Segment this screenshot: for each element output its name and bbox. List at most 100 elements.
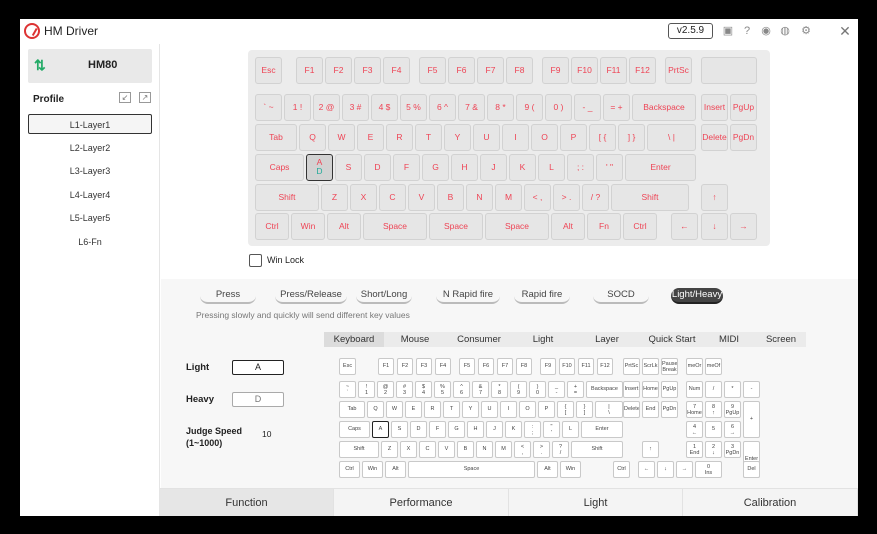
key-4[interactable]: 4 $ [371, 94, 398, 121]
key-s[interactable]: S [335, 154, 362, 181]
picker-key-2[interactable]: @ 2 [377, 381, 394, 398]
picker-key-d[interactable]: D [410, 421, 427, 438]
key-f[interactable]: F [393, 154, 420, 181]
key-t[interactable]: T [415, 124, 442, 151]
picker-key-symbol[interactable]: _ - [548, 381, 565, 398]
layer-item[interactable]: L6-Fn [28, 232, 152, 252]
layer-item[interactable]: L4-Layer4 [28, 185, 152, 205]
help-icon[interactable]: ? [740, 24, 754, 38]
picker-key-esc[interactable]: Esc [339, 358, 356, 375]
picker-key-backspace[interactable]: Backspace [586, 381, 623, 398]
key-symbol[interactable]: ` ~ [255, 94, 282, 121]
picker-key-meor[interactable]: meOr [686, 358, 703, 375]
key-f12[interactable]: F12 [629, 57, 656, 84]
key-prtsc[interactable]: PrtSc [665, 57, 692, 84]
key-x[interactable]: X [350, 184, 377, 211]
version-button[interactable]: v2.5.9 [668, 23, 713, 39]
picker-key-pgdn[interactable]: PgDn [661, 401, 678, 418]
picker-key-ctrl[interactable]: Ctrl [613, 461, 630, 478]
key-f6[interactable]: F6 [448, 57, 475, 84]
picker-key-symbol[interactable]: } ] [576, 401, 593, 418]
picker-key-f12[interactable]: F12 [597, 358, 613, 375]
key-3[interactable]: 3 # [342, 94, 369, 121]
key-symbol[interactable]: ' " [596, 154, 623, 181]
key-caps[interactable]: Caps [255, 154, 304, 181]
key-symbol[interactable]: \ | [647, 124, 696, 151]
key-f4[interactable]: F4 [383, 57, 410, 84]
picker-key-enter[interactable]: Enter [581, 421, 623, 438]
bottom-tab-calibration[interactable]: Calibration [684, 489, 858, 516]
picker-key-3-pgdn[interactable]: 3 PgDn [724, 441, 741, 458]
key-fn[interactable]: Fn [587, 213, 621, 240]
picker-key-6[interactable]: ^ 6 [453, 381, 470, 398]
picker-key-pause-break[interactable]: Pause Break [661, 358, 678, 375]
picker-key-f7[interactable]: F7 [497, 358, 513, 375]
mode-press[interactable]: Press [200, 288, 256, 304]
picker-key-i[interactable]: I [500, 401, 517, 418]
key-5[interactable]: 5 % [400, 94, 427, 121]
key-shift[interactable]: Shift [611, 184, 689, 211]
key-u[interactable]: U [473, 124, 500, 151]
picker-key-2[interactable]: 2 ↓ [705, 441, 722, 458]
picker-key-symbol[interactable]: > . [533, 441, 550, 458]
key-o[interactable]: O [531, 124, 558, 151]
picker-key-space[interactable]: Space [408, 461, 535, 478]
picker-key-symbol[interactable]: " ' [543, 421, 560, 438]
key-k[interactable]: K [509, 154, 536, 181]
key-r[interactable]: R [386, 124, 413, 151]
picker-key-f11[interactable]: F11 [578, 358, 594, 375]
picker-key-j[interactable]: J [486, 421, 503, 438]
picker-key-n[interactable]: N [476, 441, 493, 458]
key-f10[interactable]: F10 [571, 57, 598, 84]
picker-key-caps[interactable]: Caps [339, 421, 370, 438]
picker-key-symbol[interactable]: ↑ [642, 441, 659, 458]
layer-item[interactable]: L2-Layer2 [28, 138, 152, 158]
picker-key-b[interactable]: B [457, 441, 474, 458]
picker-key-symbol[interactable]: { [ [557, 401, 574, 418]
key-9[interactable]: 9 ( [516, 94, 543, 121]
key-f2[interactable]: F2 [325, 57, 352, 84]
picker-key-e[interactable]: E [405, 401, 422, 418]
key-z[interactable]: Z [321, 184, 348, 211]
picker-key-x[interactable]: X [400, 441, 417, 458]
picker-key-5[interactable]: 5 [705, 421, 722, 438]
picker-key-f2[interactable]: F2 [397, 358, 413, 375]
bottom-tab-light[interactable]: Light [509, 489, 683, 516]
picker-key-prtsc[interactable]: PrtSc [623, 358, 640, 375]
picker-key-tab[interactable]: Tab [339, 401, 365, 418]
picker-key-insert[interactable]: Insert [623, 381, 640, 398]
key-backspace[interactable]: Backspace [632, 94, 696, 121]
key-symbol[interactable]: - _ [574, 94, 601, 121]
key-0[interactable]: 0 ) [545, 94, 572, 121]
globe-icon[interactable]: ◍ [778, 24, 792, 38]
picker-key-win[interactable]: Win [560, 461, 581, 478]
picker-key-alt[interactable]: Alt [537, 461, 558, 478]
layer-item[interactable]: L3-Layer3 [28, 161, 152, 181]
key-symbol[interactable]: ] } [618, 124, 645, 151]
layer-item[interactable]: L5-Layer5 [28, 208, 152, 228]
key-l[interactable]: L [538, 154, 565, 181]
picker-key-f6[interactable]: F6 [478, 358, 494, 375]
key-tab[interactable]: Tab [255, 124, 297, 151]
key-e[interactable]: E [357, 124, 384, 151]
key-c[interactable]: C [379, 184, 406, 211]
key-shift[interactable]: Shift [255, 184, 319, 211]
mode-short-long[interactable]: Short/Long [356, 288, 412, 304]
picker-key-symbol[interactable]: → [676, 461, 693, 478]
picker-key-g[interactable]: G [448, 421, 465, 438]
picker-key-symbol[interactable]: ~ ` [339, 381, 356, 398]
picker-key-9-pgup[interactable]: 9 PgUp [724, 401, 741, 418]
picker-key-0-ins[interactable]: 0 Ins [695, 461, 722, 478]
picker-key-8[interactable]: * 8 [491, 381, 508, 398]
tab-light[interactable]: Light [514, 332, 572, 347]
key-symbol[interactable]: ; : [567, 154, 594, 181]
picker-key-pgup[interactable]: PgUp [661, 381, 678, 398]
picker-key-4[interactable]: 4 ← [686, 421, 703, 438]
picker-key-symbol[interactable]: ↓ [657, 461, 674, 478]
picker-key-1-end[interactable]: 1 End [686, 441, 703, 458]
key-m[interactable]: M [495, 184, 522, 211]
picker-key-symbol[interactable]: + = [567, 381, 584, 398]
picker-key-symbol[interactable]: | \ [595, 401, 623, 418]
key-f8[interactable]: F8 [506, 57, 533, 84]
key-f11[interactable]: F11 [600, 57, 627, 84]
